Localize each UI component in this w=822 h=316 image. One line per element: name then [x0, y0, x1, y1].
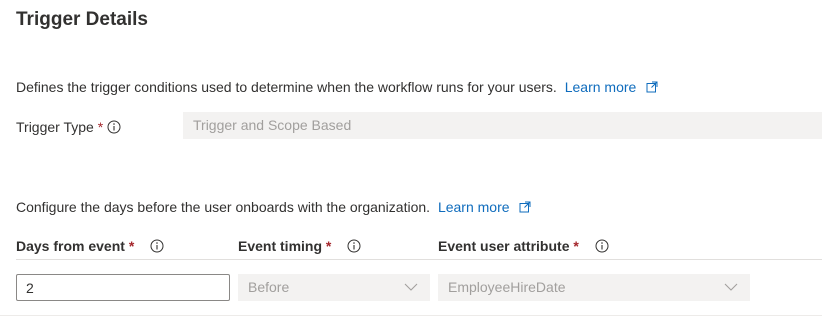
days-from-event-header: Days from event *	[16, 238, 164, 254]
trigger-type-field: Trigger and Scope Based	[183, 112, 822, 139]
external-link-icon	[646, 81, 658, 93]
info-icon[interactable]	[347, 239, 361, 253]
trigger-type-value: Trigger and Scope Based	[193, 117, 352, 133]
timing-header-text: Event timing	[238, 238, 323, 254]
external-link-icon	[519, 201, 531, 213]
days-value: 2	[26, 280, 34, 296]
onboard-description: Configure the days before the user onboa…	[16, 199, 431, 215]
info-icon[interactable]	[107, 120, 121, 134]
chevron-down-icon	[404, 283, 418, 291]
trigger-description: Defines the trigger conditions used to d…	[16, 79, 557, 95]
attribute-value: EmployeeHireDate	[448, 279, 566, 295]
onboard-learn-more-label: Learn more	[437, 199, 510, 215]
trigger-learn-more-link[interactable]: Learn more	[565, 79, 658, 95]
onboard-learn-more-link[interactable]: Learn more	[438, 199, 531, 215]
timing-value: Before	[248, 279, 290, 295]
days-header-text: Days from event	[16, 238, 125, 254]
event-user-attribute-header: Event user attribute *	[438, 238, 609, 254]
header-divider	[16, 259, 822, 260]
trigger-learn-more-label: Learn more	[564, 79, 637, 95]
event-timing-dropdown[interactable]: Before	[238, 274, 430, 301]
section-title: Trigger Details	[16, 9, 148, 30]
days-from-event-input[interactable]: 2	[16, 274, 230, 301]
required-mark: *	[97, 119, 104, 135]
event-user-attribute-dropdown[interactable]: EmployeeHireDate	[438, 274, 750, 301]
required-mark: *	[573, 238, 579, 254]
onboard-description-line: Configure the days before the user onboa…	[16, 199, 531, 215]
required-mark: *	[128, 238, 135, 254]
info-icon[interactable]	[595, 239, 609, 253]
event-timing-header: Event timing *	[238, 238, 361, 254]
chevron-down-icon	[724, 283, 738, 291]
trigger-description-line: Defines the trigger conditions used to d…	[16, 79, 658, 95]
required-mark: *	[325, 238, 332, 254]
trigger-type-label: Trigger Type *	[16, 119, 121, 135]
info-icon[interactable]	[150, 239, 164, 253]
attribute-header-text: Event user attribute	[438, 238, 570, 254]
trigger-type-text: Trigger Type	[16, 119, 94, 135]
